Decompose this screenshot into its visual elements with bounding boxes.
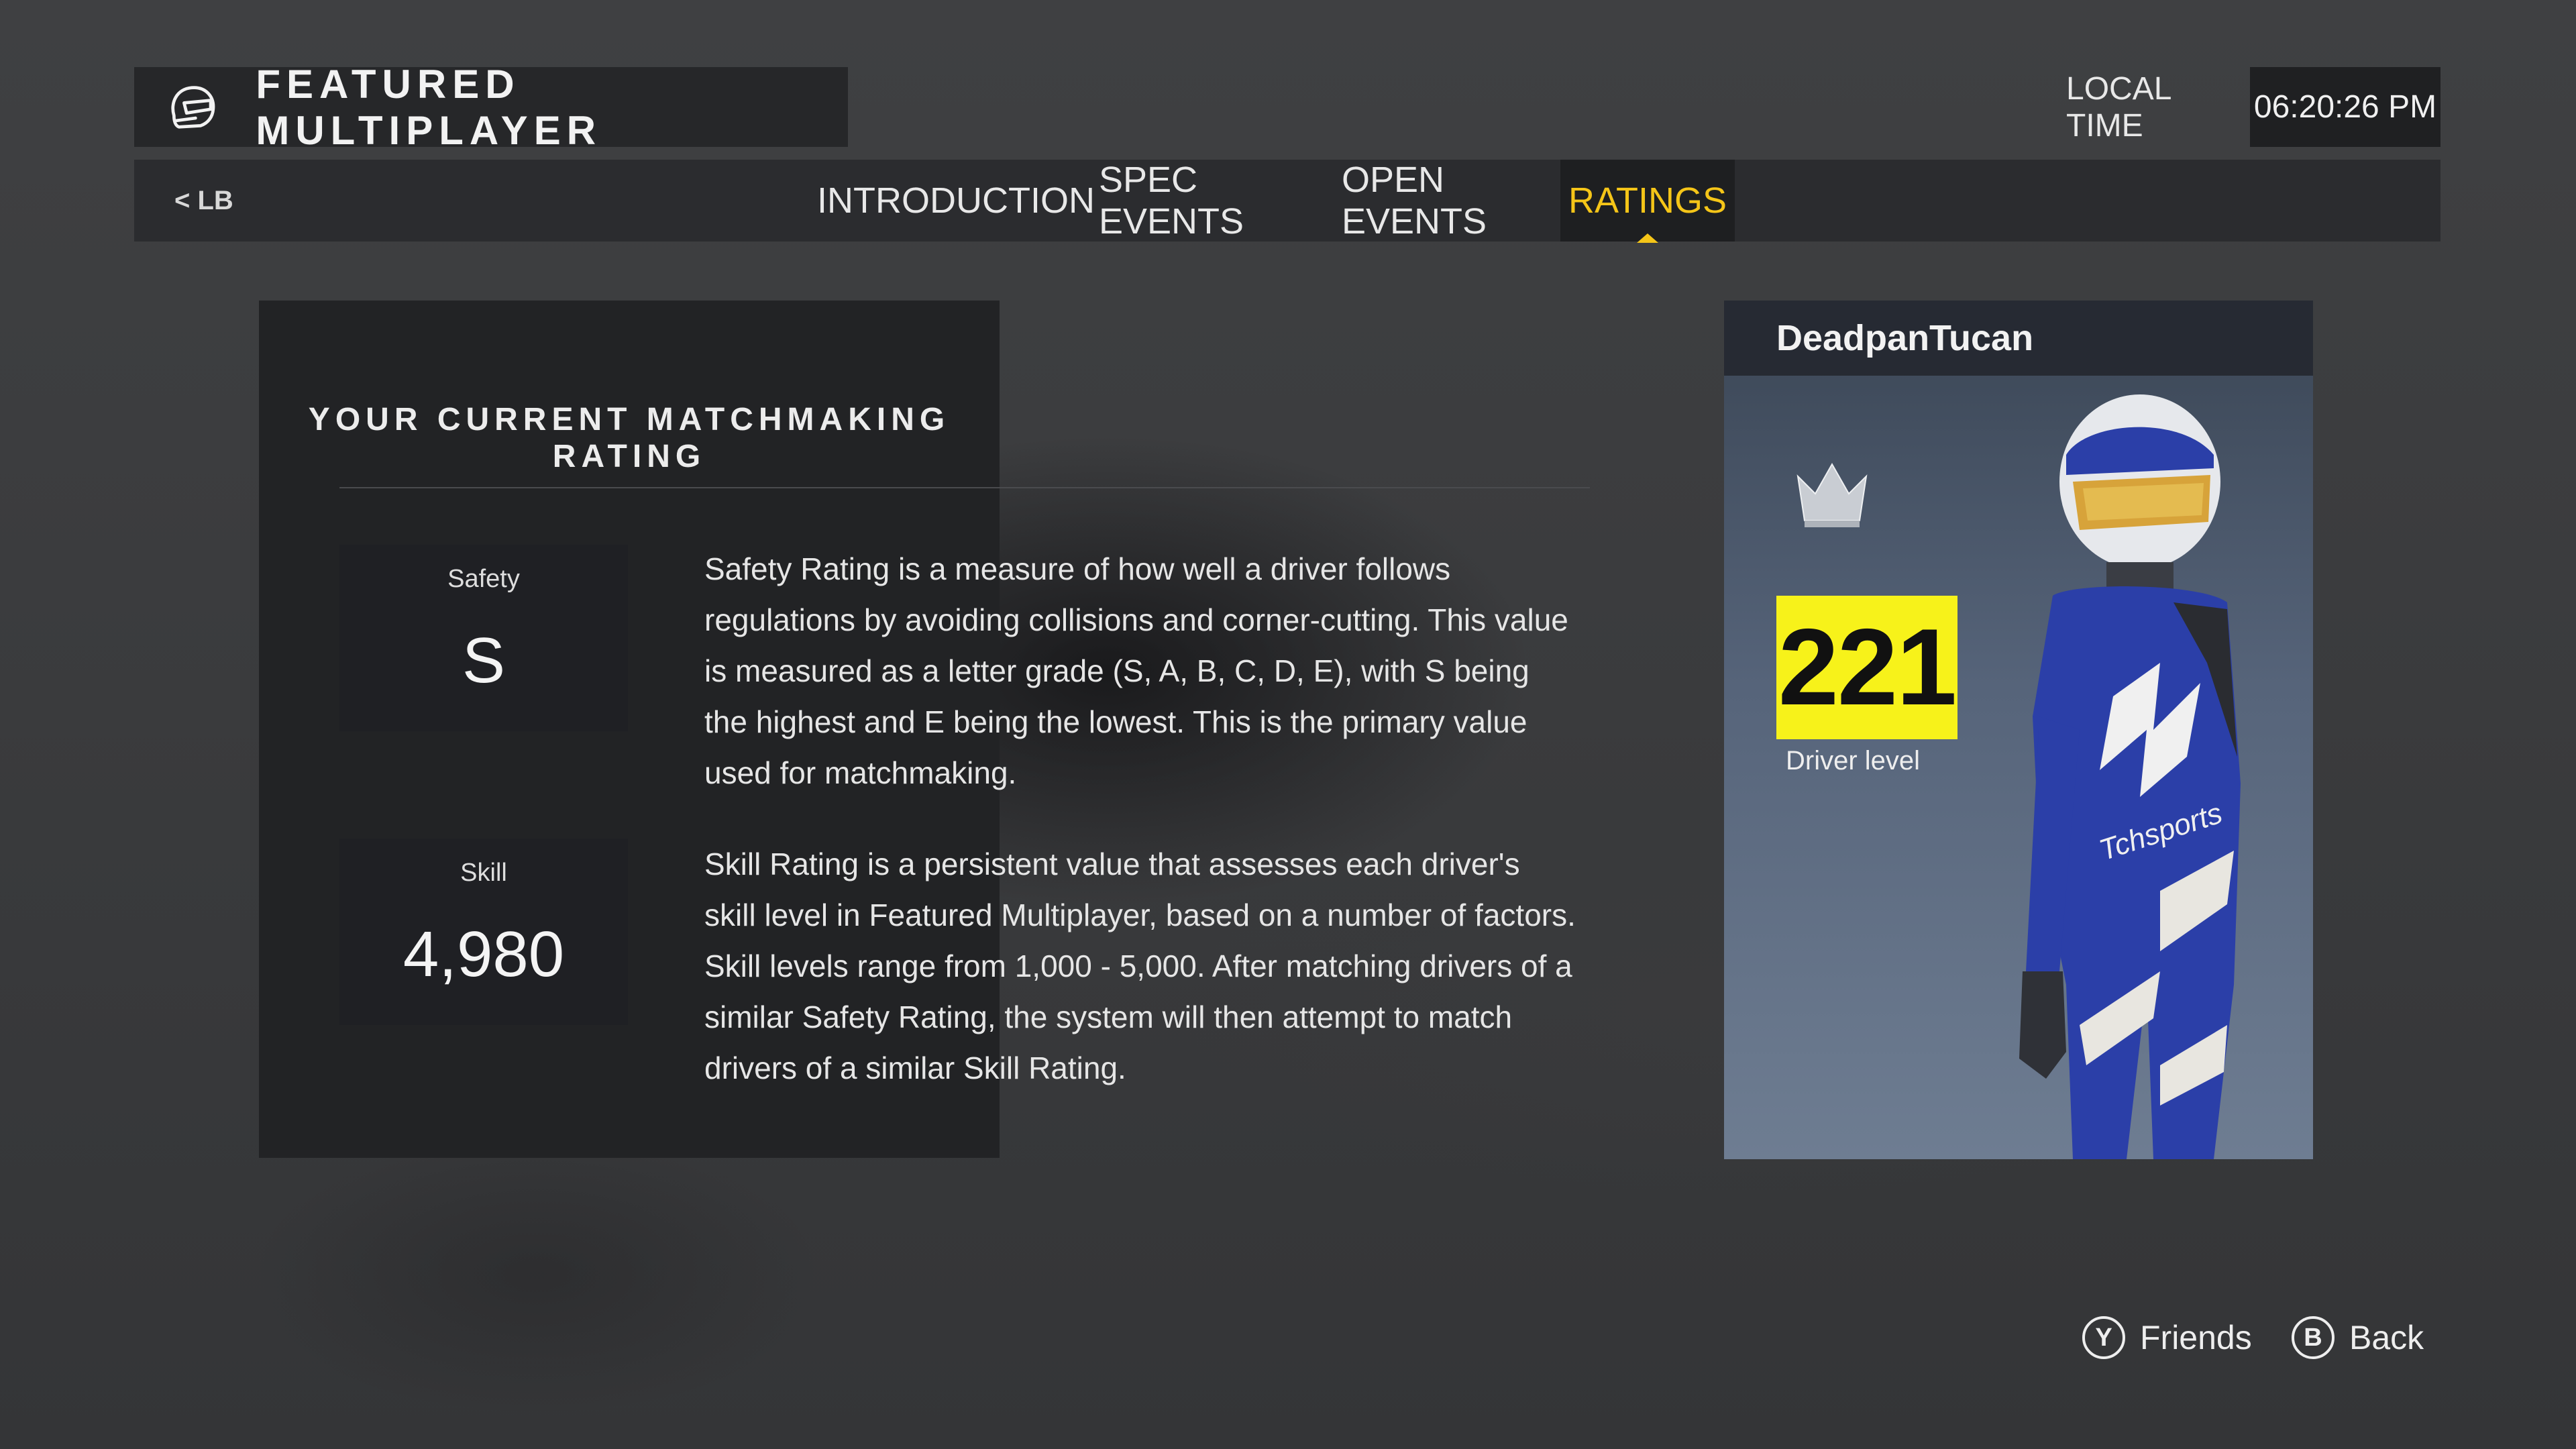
safety-rating-label: Safety <box>447 565 520 593</box>
tab-introduction[interactable]: INTRODUCTION <box>817 160 1095 241</box>
friends-hint[interactable]: Y Friends <box>2082 1311 2252 1364</box>
back-label: Back <box>2349 1319 2424 1356</box>
profile-header: DeadpanTucan <box>1724 301 2313 376</box>
skill-rating-value: 4,980 <box>402 918 565 990</box>
active-tab-indicator <box>1637 233 1658 243</box>
tab-bar: < LB INTRODUCTION SPEC EVENTS OPEN EVENT… <box>134 160 2440 243</box>
driver-level-label: Driver level <box>1786 746 1921 775</box>
local-time-value: 06:20:26 PM <box>2250 67 2440 147</box>
profile-username: DeadpanTucan <box>1776 318 2034 358</box>
y-button-icon: Y <box>2082 1316 2125 1359</box>
skill-rating-description: Skill Rating is a persistent value that … <box>704 847 1576 1085</box>
b-button-icon: B <box>2292 1316 2334 1359</box>
tab-open-events[interactable]: OPEN EVENTS <box>1342 160 1548 241</box>
panel-heading: YOUR CURRENT MATCHMAKING RATING <box>308 402 951 474</box>
driver-level-badge: 221 <box>1776 596 1957 739</box>
safety-rating-value: S <box>462 625 506 696</box>
matchmaking-rating-panel: YOUR CURRENT MATCHMAKING RATING Safety S… <box>259 301 1590 1158</box>
tab-ratings[interactable]: RATINGS <box>1560 160 1735 243</box>
back-hint[interactable]: B Back <box>2292 1311 2424 1364</box>
safety-rating-box: Safety S <box>339 545 628 731</box>
skill-rating-box: Skill 4,980 <box>339 839 628 1025</box>
panel-divider <box>339 487 1590 488</box>
helmet-icon <box>171 85 215 129</box>
driver-profile-card: DeadpanTucan 221 Driver level Tchsports <box>1724 301 2313 1159</box>
local-time-label: LOCAL TIME <box>2066 70 2171 144</box>
tab-ratings-label: RATINGS <box>1568 180 1727 221</box>
page-title: FEATURED MULTIPLAYER <box>256 61 602 153</box>
bumper-left-button[interactable]: < LB <box>174 160 233 241</box>
crown-icon <box>1796 462 1868 527</box>
page-title-bar: FEATURED MULTIPLAYER <box>134 62 848 153</box>
friends-label: Friends <box>2140 1319 2252 1356</box>
skill-rating-label: Skill <box>460 859 507 887</box>
safety-rating-description: Safety Rating is a measure of how well a… <box>704 551 1568 790</box>
driver-avatar: Tchsports <box>2019 394 2241 1159</box>
tab-spec-events[interactable]: SPEC EVENTS <box>1099 160 1313 241</box>
